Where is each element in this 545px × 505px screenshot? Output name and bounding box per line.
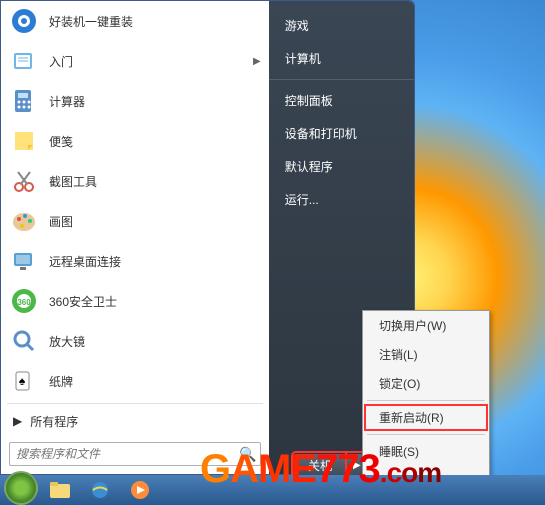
app-item-haozhuangji[interactable]: 好装机一键重装 [1, 1, 269, 41]
app-label: 入门 [49, 53, 73, 70]
start-menu: 好装机一键重装 入门 ▶ 计算器 便笺 截图工具 画图 远程桌面连接 [0, 0, 415, 475]
app-label: 画图 [49, 213, 73, 230]
all-programs-label: 所有程序 [30, 413, 78, 430]
right-item-games[interactable]: 游戏 [269, 9, 414, 42]
app-label: 计算器 [49, 93, 85, 110]
app-item-360safe[interactable]: 360 360安全卫士 [1, 281, 269, 321]
power-switch-user[interactable]: 切换用户(W) [363, 311, 489, 340]
360-icon: 360 [9, 286, 39, 316]
power-restart[interactable]: 重新启动(R) [363, 403, 489, 432]
cards-icon: ♠ [9, 366, 39, 396]
submenu-arrow-icon: ▶ [253, 56, 261, 67]
app-item-snipping-tool[interactable]: 截图工具 [1, 161, 269, 201]
taskbar-ie-icon[interactable] [82, 478, 118, 502]
search-icon[interactable]: 🔍 [236, 446, 260, 463]
divider [367, 400, 485, 401]
app-item-magnifier[interactable]: 放大镜 [1, 321, 269, 361]
app-label: 纸牌 [49, 373, 73, 390]
search-box[interactable]: 🔍 [9, 442, 261, 466]
right-item-default-programs[interactable]: 默认程序 [269, 150, 414, 183]
remote-desktop-icon [9, 246, 39, 276]
book-icon [9, 46, 39, 76]
power-options-menu: 切换用户(W) 注销(L) 锁定(O) 重新启动(R) 睡眠(S) 休眠(H) [362, 310, 490, 496]
divider [7, 403, 263, 404]
divider [367, 434, 485, 435]
magnifier-icon [9, 326, 39, 356]
app-label: 截图工具 [49, 173, 97, 190]
start-button[interactable] [4, 471, 38, 505]
power-lock[interactable]: 锁定(O) [363, 369, 489, 398]
app-item-remote-desktop[interactable]: 远程桌面连接 [1, 241, 269, 281]
app-label: 放大镜 [49, 333, 85, 350]
power-sleep[interactable]: 睡眠(S) [363, 437, 489, 466]
right-item-devices-printers[interactable]: 设备和打印机 [269, 117, 414, 150]
app-item-solitaire[interactable]: ♠ 纸牌 [1, 361, 269, 401]
divider [269, 79, 414, 80]
app-label: 360安全卫士 [49, 293, 117, 310]
app-label: 远程桌面连接 [49, 253, 121, 270]
all-programs-button[interactable]: ▶ 所有程序 [1, 406, 269, 436]
calculator-icon [9, 86, 39, 116]
taskbar-explorer-icon[interactable] [42, 478, 78, 502]
power-logoff[interactable]: 注销(L) [363, 340, 489, 369]
app-item-getting-started[interactable]: 入门 ▶ [1, 41, 269, 81]
start-menu-left-pane: 好装机一键重装 入门 ▶ 计算器 便笺 截图工具 画图 远程桌面连接 [1, 1, 269, 474]
app-label: 便笺 [49, 133, 73, 150]
scissors-icon [9, 166, 39, 196]
app-item-sticky-notes[interactable]: 便笺 [1, 121, 269, 161]
svg-text:♠: ♠ [19, 374, 26, 388]
app-item-calculator[interactable]: 计算器 [1, 81, 269, 121]
palette-icon [9, 206, 39, 236]
right-item-run[interactable]: 运行... [269, 183, 414, 216]
right-item-computer[interactable]: 计算机 [269, 42, 414, 75]
svg-text:360: 360 [17, 298, 31, 307]
app-item-paint[interactable]: 画图 [1, 201, 269, 241]
app-icon [9, 6, 39, 36]
sticky-note-icon [9, 126, 39, 156]
right-item-control-panel[interactable]: 控制面板 [269, 84, 414, 117]
taskbar [0, 475, 545, 504]
taskbar-mediaplayer-icon[interactable] [122, 478, 158, 502]
search-input[interactable] [10, 447, 236, 461]
app-label: 好装机一键重装 [49, 13, 133, 30]
arrow-right-icon: ▶ [13, 414, 22, 428]
